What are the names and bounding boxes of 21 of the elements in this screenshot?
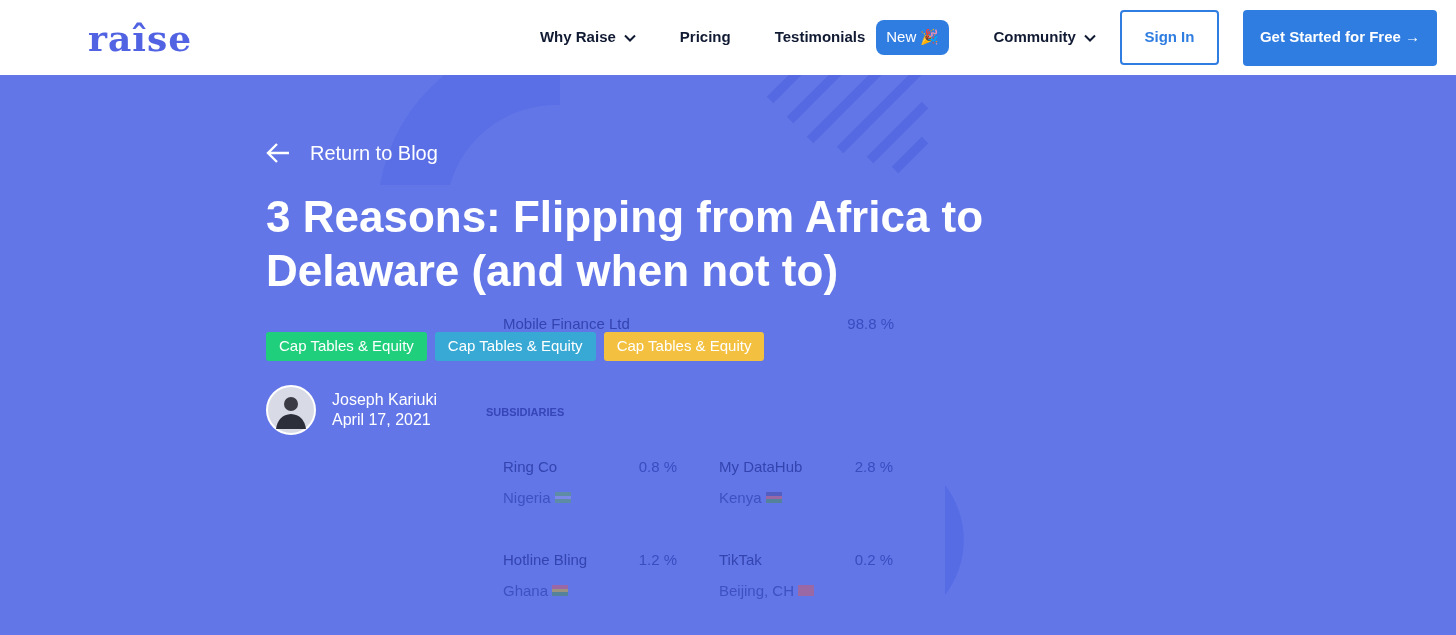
chevron-down-icon [1083,33,1096,42]
article-title: 3 Reasons: Flipping from Africa to Delaware (and when not to) [266,191,985,297]
nav-link[interactable]: Testimonials [774,22,866,53]
author-name: Joseph Kariuki [332,389,437,410]
publish-date: April 17, 2021 [332,409,432,430]
sign-in-button[interactable]: Sign In [1119,10,1219,65]
flag-icon [552,585,569,597]
category-tag[interactable]: Cap Tables & Equity [434,332,596,361]
chevron-down-icon [623,33,636,42]
nav-link[interactable]: Community [993,22,1096,53]
back-arrow-icon [266,143,290,163]
flag-icon [765,492,782,504]
return-to-blog-link[interactable]: Return to Blog [266,138,438,168]
avatar-icon [266,384,316,435]
nav-link[interactable]: Pricing [679,22,731,53]
flag-icon [798,585,815,597]
new-badge: New 🎉 [876,20,950,55]
get-started-button[interactable]: Get Started for Free → [1242,9,1437,66]
flag-icon [554,492,571,504]
logo[interactable]: raîse [88,19,193,56]
nav-link[interactable]: Why Raise [539,22,636,53]
